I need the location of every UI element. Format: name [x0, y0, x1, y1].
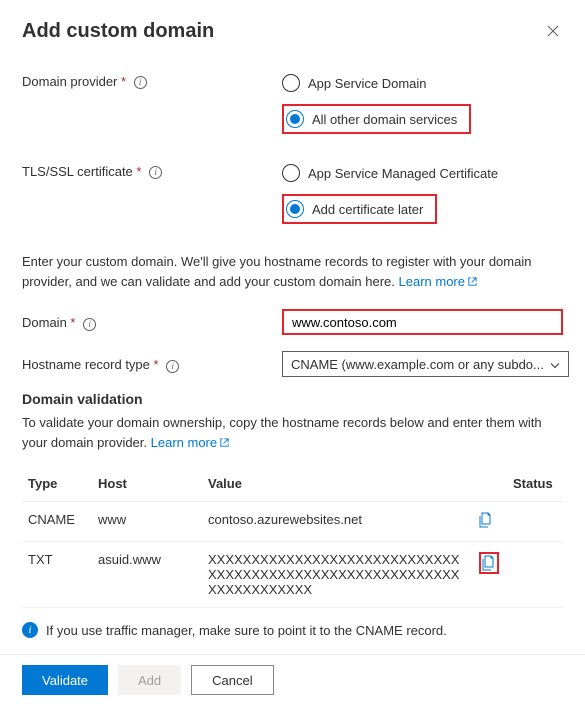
required-asterisk: *	[154, 357, 159, 372]
radio-label: App Service Managed Certificate	[308, 166, 498, 181]
add-button: Add	[118, 665, 181, 695]
radio-label: App Service Domain	[308, 76, 427, 91]
cell-status	[507, 542, 563, 608]
learn-more-link[interactable]: Learn more	[151, 435, 230, 450]
external-link-icon	[219, 433, 230, 453]
th-value: Value	[202, 466, 473, 502]
radio-add-cert-later[interactable]: Add certificate later	[286, 198, 427, 220]
info-icon[interactable]: i	[166, 360, 179, 373]
hostname-type-select[interactable]: CNAME (www.example.com or any subdo...	[282, 351, 569, 377]
external-link-icon	[467, 272, 478, 292]
validation-desc: To validate your domain ownership, copy …	[22, 413, 563, 452]
chevron-down-icon	[550, 357, 560, 372]
required-asterisk: *	[121, 74, 126, 89]
domain-input[interactable]	[282, 309, 563, 335]
radio-managed-cert[interactable]: App Service Managed Certificate	[282, 162, 563, 184]
radio-all-other-domain[interactable]: All other domain services	[286, 108, 461, 130]
info-icon[interactable]: i	[83, 318, 96, 331]
radio-icon	[282, 164, 300, 182]
cell-type: CNAME	[22, 502, 92, 542]
cell-host: www	[92, 502, 202, 542]
dialog-title: Add custom domain	[22, 20, 214, 43]
info-icon[interactable]: i	[134, 76, 147, 89]
copy-icon[interactable]	[479, 512, 493, 528]
th-host: Host	[92, 466, 202, 502]
domain-desc-text: Enter your custom domain. We'll give you…	[22, 252, 563, 291]
hostname-type-label: Hostname record type	[22, 357, 150, 372]
th-type: Type	[22, 466, 92, 502]
th-copy	[473, 466, 507, 502]
close-button[interactable]	[543, 20, 563, 44]
domain-label: Domain	[22, 315, 67, 330]
radio-label: Add certificate later	[312, 202, 423, 217]
select-value: CNAME (www.example.com or any subdo...	[291, 357, 544, 372]
radio-icon	[286, 110, 304, 128]
th-status: Status	[507, 466, 563, 502]
info-badge-icon: i	[22, 622, 38, 638]
radio-app-service-domain[interactable]: App Service Domain	[282, 72, 563, 94]
traffic-manager-notice: If you use traffic manager, make sure to…	[46, 623, 447, 638]
radio-label: All other domain services	[312, 112, 457, 127]
required-asterisk: *	[136, 164, 141, 179]
radio-icon	[282, 74, 300, 92]
required-asterisk: *	[70, 315, 75, 330]
hostname-records-table: Type Host Value Status CNAME www contoso…	[22, 466, 563, 608]
cell-value: XXXXXXXXXXXXXXXXXXXXXXXXXXXXXXXXXXXXXXXX…	[202, 542, 473, 608]
validate-button[interactable]: Validate	[22, 665, 108, 695]
radio-icon	[286, 200, 304, 218]
learn-more-link[interactable]: Learn more	[399, 274, 478, 289]
cell-value: contoso.azurewebsites.net	[202, 502, 473, 542]
copy-icon[interactable]	[479, 552, 499, 574]
domain-validation-heading: Domain validation	[22, 391, 563, 407]
cell-host: asuid.www	[92, 542, 202, 608]
cancel-button[interactable]: Cancel	[191, 665, 273, 695]
cell-type: TXT	[22, 542, 92, 608]
info-icon[interactable]: i	[149, 166, 162, 179]
table-row: TXT asuid.www XXXXXXXXXXXXXXXXXXXXXXXXXX…	[22, 542, 563, 608]
domain-provider-label: Domain provider	[22, 74, 117, 89]
tls-cert-label: TLS/SSL certificate	[22, 164, 133, 179]
cell-status	[507, 502, 563, 542]
table-row: CNAME www contoso.azurewebsites.net	[22, 502, 563, 542]
